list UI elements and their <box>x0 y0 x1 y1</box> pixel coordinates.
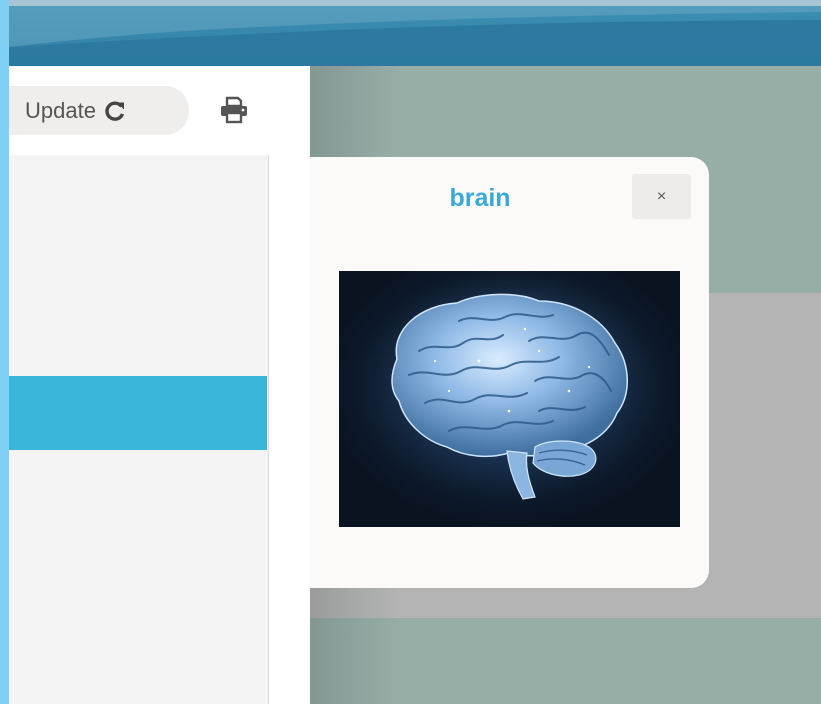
list-area <box>9 155 269 704</box>
close-button[interactable]: × <box>632 174 691 219</box>
refresh-icon <box>104 100 126 122</box>
close-icon: × <box>656 187 667 205</box>
modal-title: brain <box>449 184 511 212</box>
print-icon[interactable] <box>219 96 249 124</box>
header-banner <box>0 0 821 68</box>
brain-image <box>339 271 680 527</box>
update-button-label: Update <box>25 97 96 123</box>
left-edge-strip <box>0 0 9 704</box>
list-item-selected[interactable] <box>9 376 267 450</box>
image-modal: brain × <box>310 157 709 588</box>
update-button[interactable]: Update <box>9 86 189 135</box>
left-panel: Update <box>9 66 310 704</box>
